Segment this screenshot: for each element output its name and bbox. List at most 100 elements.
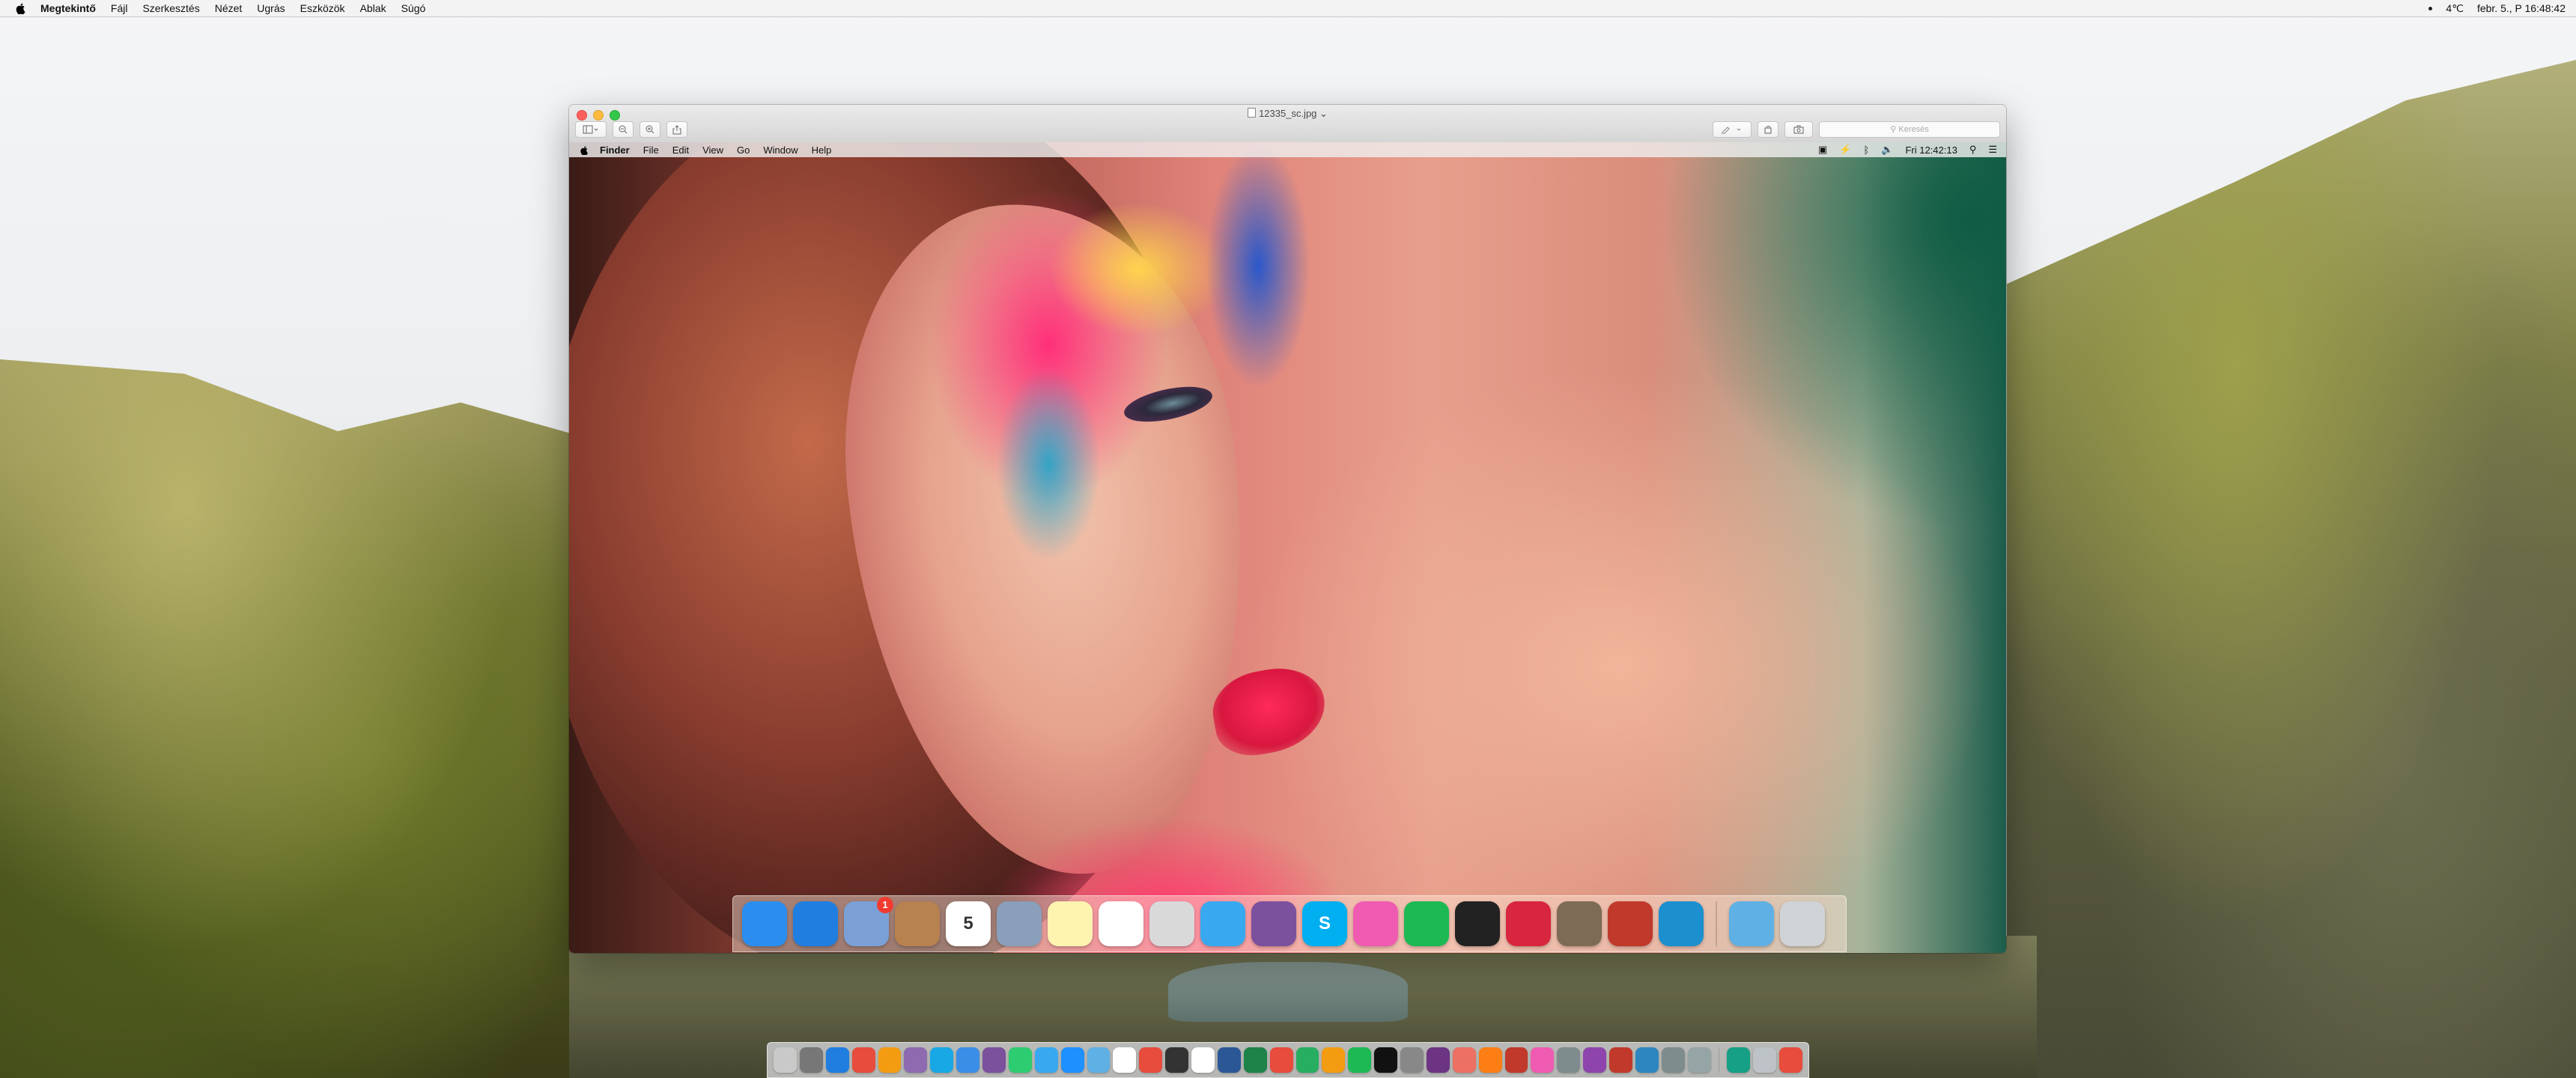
dock-app-icon[interactable] [1217,1047,1241,1073]
chevron-down-icon[interactable]: ⌄ [1319,108,1328,119]
image-paint-yellow [1048,202,1228,337]
dock-separator [1716,901,1717,946]
inner-menu-window: Window [763,144,798,156]
inner-dock-notes-icon [1048,901,1093,946]
dock-app-icon[interactable] [1060,1047,1084,1073]
dock-app-icon[interactable] [1243,1047,1267,1073]
dock-app-icon[interactable] [1008,1047,1032,1073]
wallpaper-left-cliff [0,359,614,1078]
window-titlebar: 12335_sc.jpg ⌄ ⚲ Keresés [569,105,2006,143]
inner-dock-calendar-icon: 5 [946,901,991,946]
status-dot-icon[interactable] [2428,6,2433,10]
menu-edit[interactable]: Szerkesztés [142,2,199,14]
toolbox-button[interactable] [1784,121,1813,138]
dock-app-icon[interactable] [1478,1047,1502,1073]
dock-app-icon[interactable] [1191,1047,1215,1073]
dock-app-icon[interactable] [799,1047,823,1073]
dock-app-icon[interactable] [1531,1047,1555,1073]
toolbar-right: ⚲ Keresés [1713,121,2000,138]
app-menu[interactable]: Megtekintő [40,2,96,14]
document-icon [1248,108,1257,118]
dock-app-icon[interactable] [1295,1047,1319,1073]
dock-app-icon[interactable] [1348,1047,1372,1073]
inner-dock-contacts-icon [895,901,940,946]
dock-app-icon[interactable] [1635,1047,1659,1073]
dock-app-icon[interactable] [1165,1047,1188,1073]
wallpaper-river [1168,962,1408,1022]
inner-menu-bar: Finder File Edit View Go Window Help ▣ ⚡… [569,142,2006,157]
inner-list-icon: ☰ [1988,144,1997,155]
sidebar-toggle-button[interactable] [575,121,607,138]
dock-app-icon[interactable] [956,1047,979,1073]
image-paint-blue [1206,142,1310,389]
rotate-button[interactable] [1758,121,1778,138]
dock-app-icon[interactable] [878,1047,902,1073]
inner-menu-file: File [643,144,659,156]
image-canvas[interactable]: Finder File Edit View Go Window Help ▣ ⚡… [569,142,2006,953]
inner-dock-photos-stamp-icon: 1 [844,897,893,946]
search-icon: ⚲ [1890,125,1897,134]
zoom-in-button[interactable] [640,121,660,138]
inner-power-icon: ⚡ [1839,144,1852,155]
dock-app-icon[interactable] [1504,1047,1528,1073]
inner-nvidia-icon: ▣ [1817,144,1828,155]
dock-app-icon[interactable] [851,1047,875,1073]
clock[interactable]: febr. 5., P 16:48:42 [2477,2,2566,14]
dock-app-icon[interactable] [1087,1047,1111,1073]
inner-dock-terminal-icon [1455,901,1500,946]
dock-app-icon[interactable] [930,1047,954,1073]
dock-app-icon[interactable] [1557,1047,1581,1073]
dock-app-icon[interactable] [1374,1047,1397,1073]
dock-app-icon[interactable] [1753,1047,1777,1073]
menu-bar: Megtekintő Fájl Szerkesztés Nézet Ugrás … [0,0,2576,17]
dock-app-icon[interactable] [1687,1047,1711,1073]
dock [767,1042,1809,1078]
dock-app-icon[interactable] [1609,1047,1632,1073]
menu-tools[interactable]: Eszközök [300,2,345,14]
sidebar-icon [583,125,598,134]
toolbox-icon [1793,125,1804,134]
markup-button[interactable] [1713,121,1752,138]
dock-app-icon[interactable] [774,1047,797,1073]
inner-dock-reminders-icon [1099,901,1143,946]
dock-app-icon[interactable] [904,1047,928,1073]
dock-app-icon[interactable] [1139,1047,1163,1073]
search-field[interactable]: ⚲ Keresés [1819,121,2000,138]
menu-help[interactable]: Súgó [401,2,426,14]
menu-view[interactable]: Nézet [215,2,243,14]
dock-app-icon[interactable] [1661,1047,1685,1073]
inner-dock-safari-icon [793,901,838,946]
window-title: 12335_sc.jpg ⌄ [569,108,2006,120]
inner-dock-finder-icon [742,901,787,946]
dock-app-icon[interactable] [1583,1047,1606,1073]
dock-app-icon[interactable] [1727,1047,1751,1073]
zoom-out-icon [619,125,628,134]
dock-app-icon[interactable] [1269,1047,1293,1073]
inner-menu-view: View [702,144,724,156]
weather-status[interactable]: 4℃ [2446,2,2464,15]
inner-clock: Fri 12:42:13 [1905,144,1957,156]
image-bg-peach [1243,367,1992,953]
inner-dock: 1 5 S [732,895,1847,952]
pen-icon [1722,127,1741,134]
dock-app-icon[interactable] [1034,1047,1058,1073]
dock-app-icon[interactable] [982,1047,1006,1073]
share-button[interactable] [666,121,687,138]
inner-dock-downloads-icon [1729,901,1774,946]
dock-app-icon[interactable] [825,1047,849,1073]
dock-app-icon[interactable] [1779,1047,1802,1073]
inner-status-area: ▣ ⚡ ᛒ 🔈 Fri 12:42:13 ⚲ ☰ [1818,144,1997,156]
apple-icon[interactable] [15,2,27,14]
dock-app-icon[interactable] [1113,1047,1137,1073]
window-title-text: 12335_sc.jpg [1259,108,1317,119]
dock-app-icon[interactable] [1452,1047,1476,1073]
menu-go[interactable]: Ugrás [257,2,285,14]
dock-app-icon[interactable] [1322,1047,1346,1073]
dock-app-icon[interactable] [1426,1047,1450,1073]
zoom-out-button[interactable] [613,121,634,138]
inner-menu-go: Go [737,144,750,156]
menu-window[interactable]: Ablak [360,2,386,14]
inner-dock-preview-icon [997,901,1042,946]
menu-file[interactable]: Fájl [111,2,128,14]
dock-app-icon[interactable] [1400,1047,1424,1073]
